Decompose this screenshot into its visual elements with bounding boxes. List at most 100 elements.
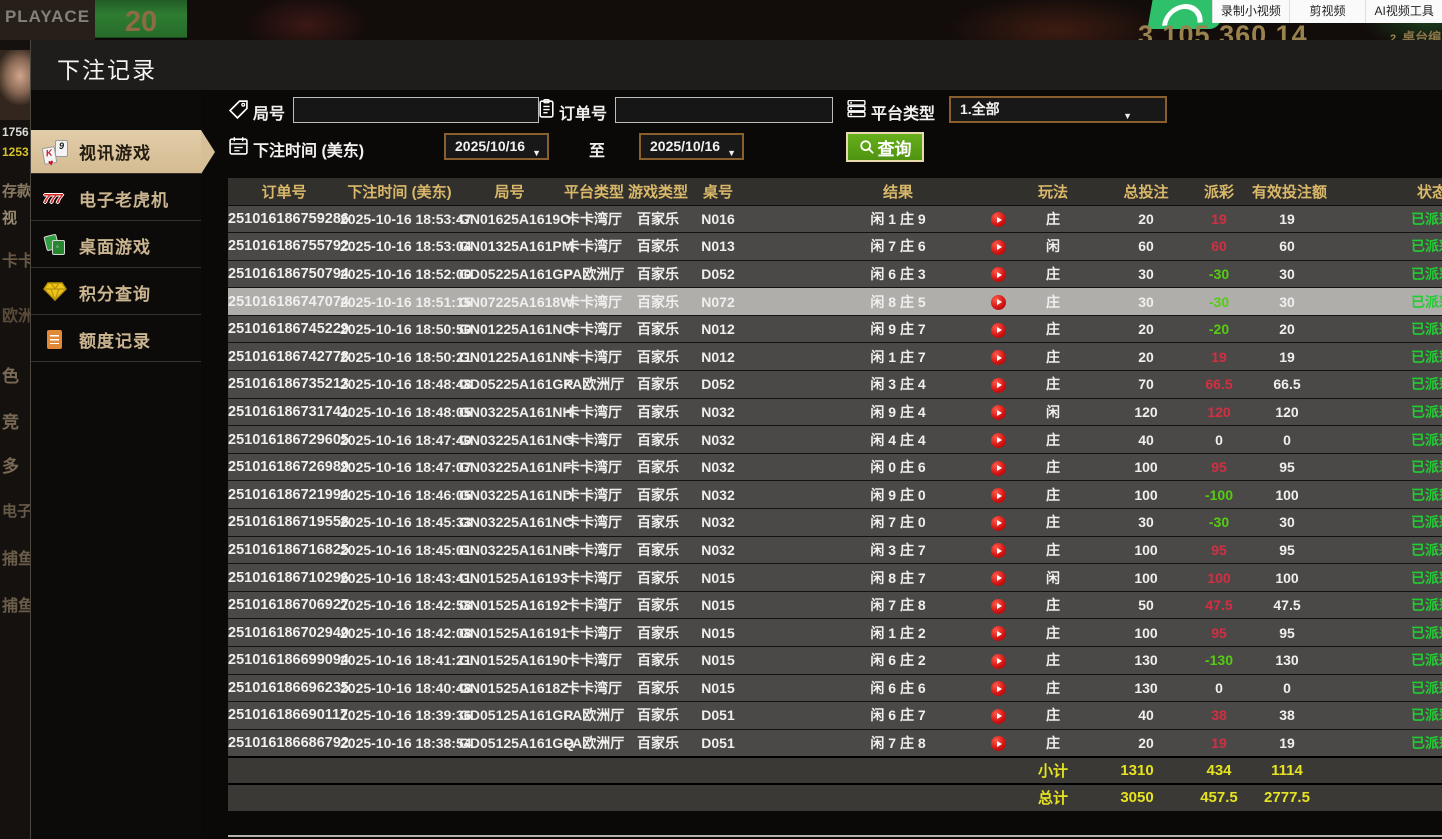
table-row[interactable]: 251016186759286 2025-10-16 18:53:47 GN0162… — [228, 205, 1442, 234]
table-row[interactable]: 251016186686792 2025-10-16 18:38:54 GD0512… — [228, 729, 1442, 758]
replay-play-icon[interactable] — [990, 350, 1006, 366]
table-row[interactable]: 251016186721994 2025-10-16 18:46:05 GN0322… — [228, 480, 1442, 510]
replay-play-icon[interactable] — [990, 267, 1006, 283]
replay-play-icon[interactable] — [990, 460, 1006, 476]
replay-play-icon[interactable] — [990, 488, 1006, 504]
table-row[interactable]: 251016186710296 2025-10-16 18:43:41 GN0152… — [228, 563, 1442, 592]
table-row[interactable]: 251016186719558 2025-10-16 18:45:33 GN0322… — [228, 508, 1442, 537]
cell-table: N015 — [688, 563, 748, 592]
replay-play-icon[interactable] — [990, 377, 1006, 393]
cell-platform: 卡卡湾厅 — [560, 591, 628, 620]
table-row[interactable]: 251016186699094 2025-10-16 18:41:21 GN0152… — [228, 646, 1442, 675]
cell-replay — [978, 260, 1018, 289]
cell-game: 百家乐 — [628, 425, 688, 454]
cell-replay — [978, 508, 1018, 537]
cell-table: D051 — [688, 729, 748, 758]
table-row[interactable]: 251016186745229 2025-10-16 18:50:50 GN0122… — [228, 315, 1442, 344]
cell-round: GN03225A161ND — [459, 480, 573, 510]
cell-play: 庄 — [1018, 591, 1088, 620]
replay-play-icon[interactable] — [990, 708, 1006, 724]
cell-payout: 66.5 — [1186, 370, 1252, 399]
table-row[interactable]: 251016186731741 2025-10-16 18:48:05 GN0322… — [228, 398, 1442, 427]
cell-valid: 120 — [1252, 398, 1322, 427]
to-label: 至 — [589, 143, 606, 160]
cell-valid: 100 — [1252, 563, 1322, 592]
sidebar-item-slots[interactable]: 777 电子老虎机 — [31, 177, 201, 221]
cell-table: N032 — [688, 453, 748, 482]
cell-valid: 19 — [1252, 205, 1322, 234]
table-row[interactable]: 251016186706927 2025-10-16 18:42:58 GN0152… — [228, 591, 1442, 620]
table-row[interactable]: 251016186726989 2025-10-16 18:47:07 GN0322… — [228, 453, 1442, 482]
search-button[interactable]: 查询 — [846, 132, 924, 162]
cell-order-id: 251016186755792 — [228, 232, 349, 261]
table-row[interactable]: 251016186735213 2025-10-16 18:48:48 GD0522… — [228, 370, 1442, 399]
cell-result: 闲 3 庄 7 — [748, 536, 978, 565]
cell-order-id: 251016186719558 — [228, 508, 349, 537]
table-row[interactable]: 251016186729605 2025-10-16 18:47:40 GN0322… — [228, 425, 1442, 454]
table-row[interactable]: 251016186742778 2025-10-16 18:50:21 GN0122… — [228, 342, 1442, 372]
cell-replay — [978, 205, 1018, 234]
sidebar-item-table-games[interactable]: 桌面游戏 — [31, 224, 201, 268]
col-payout: 派彩 — [1186, 178, 1252, 206]
cell-payout: 120 — [1186, 398, 1252, 427]
cell-play: 庄 — [1018, 205, 1088, 234]
cell-play: 闲 — [1018, 563, 1088, 592]
replay-play-icon[interactable] — [990, 681, 1006, 697]
replay-play-icon[interactable] — [990, 405, 1006, 421]
cell-table: N032 — [688, 398, 748, 427]
date-to-select[interactable]: 2025/10/16 ▼ — [639, 133, 744, 160]
cell-platform: 卡卡湾厅 — [560, 287, 628, 316]
replay-play-icon[interactable] — [990, 598, 1006, 614]
replay-play-icon[interactable] — [990, 515, 1006, 531]
col-replay — [978, 178, 1018, 206]
table-row[interactable]: 251016186750794 2025-10-16 18:52:00 GD0522… — [228, 260, 1442, 289]
replay-play-icon[interactable] — [990, 736, 1006, 752]
cell-valid: 130 — [1252, 646, 1322, 675]
table-row[interactable]: 251016186690117 2025-10-16 18:39:36 GD0512… — [228, 701, 1442, 730]
cell-replay — [978, 536, 1018, 565]
replay-play-icon[interactable] — [990, 653, 1006, 669]
cell-status: 已派彩 — [1322, 232, 1442, 261]
replay-play-icon[interactable] — [990, 212, 1006, 228]
cell-status: 已派彩 — [1322, 260, 1442, 289]
cell-time: 2025-10-16 18:38:54 — [340, 729, 472, 758]
replay-play-icon[interactable] — [990, 322, 1006, 338]
cell-round: GN07225A1618W — [459, 287, 573, 316]
cell-payout: 60 — [1186, 232, 1252, 261]
cell-platform: PA欧洲厅 — [560, 370, 628, 399]
bet-records-table: 订单号 下注时间 (美东) 局号 平台类型 游戏类型 桌号 结果 玩法 总投注 … — [228, 178, 1442, 811]
cell-round: GD05125A161GR — [459, 701, 573, 730]
replay-play-icon[interactable] — [990, 294, 1006, 310]
table-row[interactable]: 251016186716825 2025-10-16 18:45:01 GN0322… — [228, 536, 1442, 565]
cell-play: 庄 — [1018, 342, 1088, 372]
sidebar-item-points-query[interactable]: 积分查询 — [31, 271, 201, 315]
cell-time: 2025-10-16 18:45:33 — [340, 508, 472, 537]
order-no-input[interactable] — [615, 97, 833, 123]
cell-time: 2025-10-16 18:41:21 — [340, 646, 472, 675]
cell-time: 2025-10-16 18:48:48 — [340, 370, 472, 399]
col-order-id: 订单号 — [228, 178, 340, 206]
replay-play-icon[interactable] — [990, 432, 1006, 448]
cell-result: 闲 7 庄 0 — [748, 508, 978, 537]
table-row[interactable]: 251016186696235 2025-10-16 18:40:48 GN0152… — [228, 674, 1442, 703]
cell-round: GN01225A161NO — [459, 315, 573, 344]
replay-play-icon[interactable] — [990, 543, 1006, 559]
sidebar-item-quota-records[interactable]: 额度记录 — [31, 318, 201, 362]
table-row[interactable]: 251016186747074 2025-10-16 18:51:15 GN0722… — [228, 287, 1442, 316]
table-header-row: 订单号 下注时间 (美东) 局号 平台类型 游戏类型 桌号 结果 玩法 总投注 … — [228, 178, 1442, 206]
cell-valid: 19 — [1252, 729, 1322, 758]
sidebar-item-live-games[interactable]: 9 K ♥ 视讯游戏 — [31, 130, 215, 174]
platform-type-select[interactable]: 1.全部 ▼ — [949, 96, 1167, 123]
cell-bet: 60 — [1088, 232, 1186, 261]
replay-play-icon[interactable] — [990, 570, 1006, 586]
ai-video-tools-menu-item[interactable]: AI视频工具 — [1365, 0, 1442, 23]
table-row[interactable]: 251016186702940 2025-10-16 18:42:08 GN0152… — [228, 618, 1442, 647]
replay-play-icon[interactable] — [990, 239, 1006, 255]
cell-platform: 卡卡湾厅 — [560, 480, 628, 510]
cell-order-id: 251016186759286 — [228, 205, 349, 234]
round-no-input[interactable] — [293, 97, 539, 123]
date-from-select[interactable]: 2025/10/16 ▼ — [444, 133, 549, 160]
replay-play-icon[interactable] — [990, 626, 1006, 642]
table-row[interactable]: 251016186755792 2025-10-16 18:53:04 GN0132… — [228, 232, 1442, 261]
cell-bet: 20 — [1088, 315, 1186, 344]
